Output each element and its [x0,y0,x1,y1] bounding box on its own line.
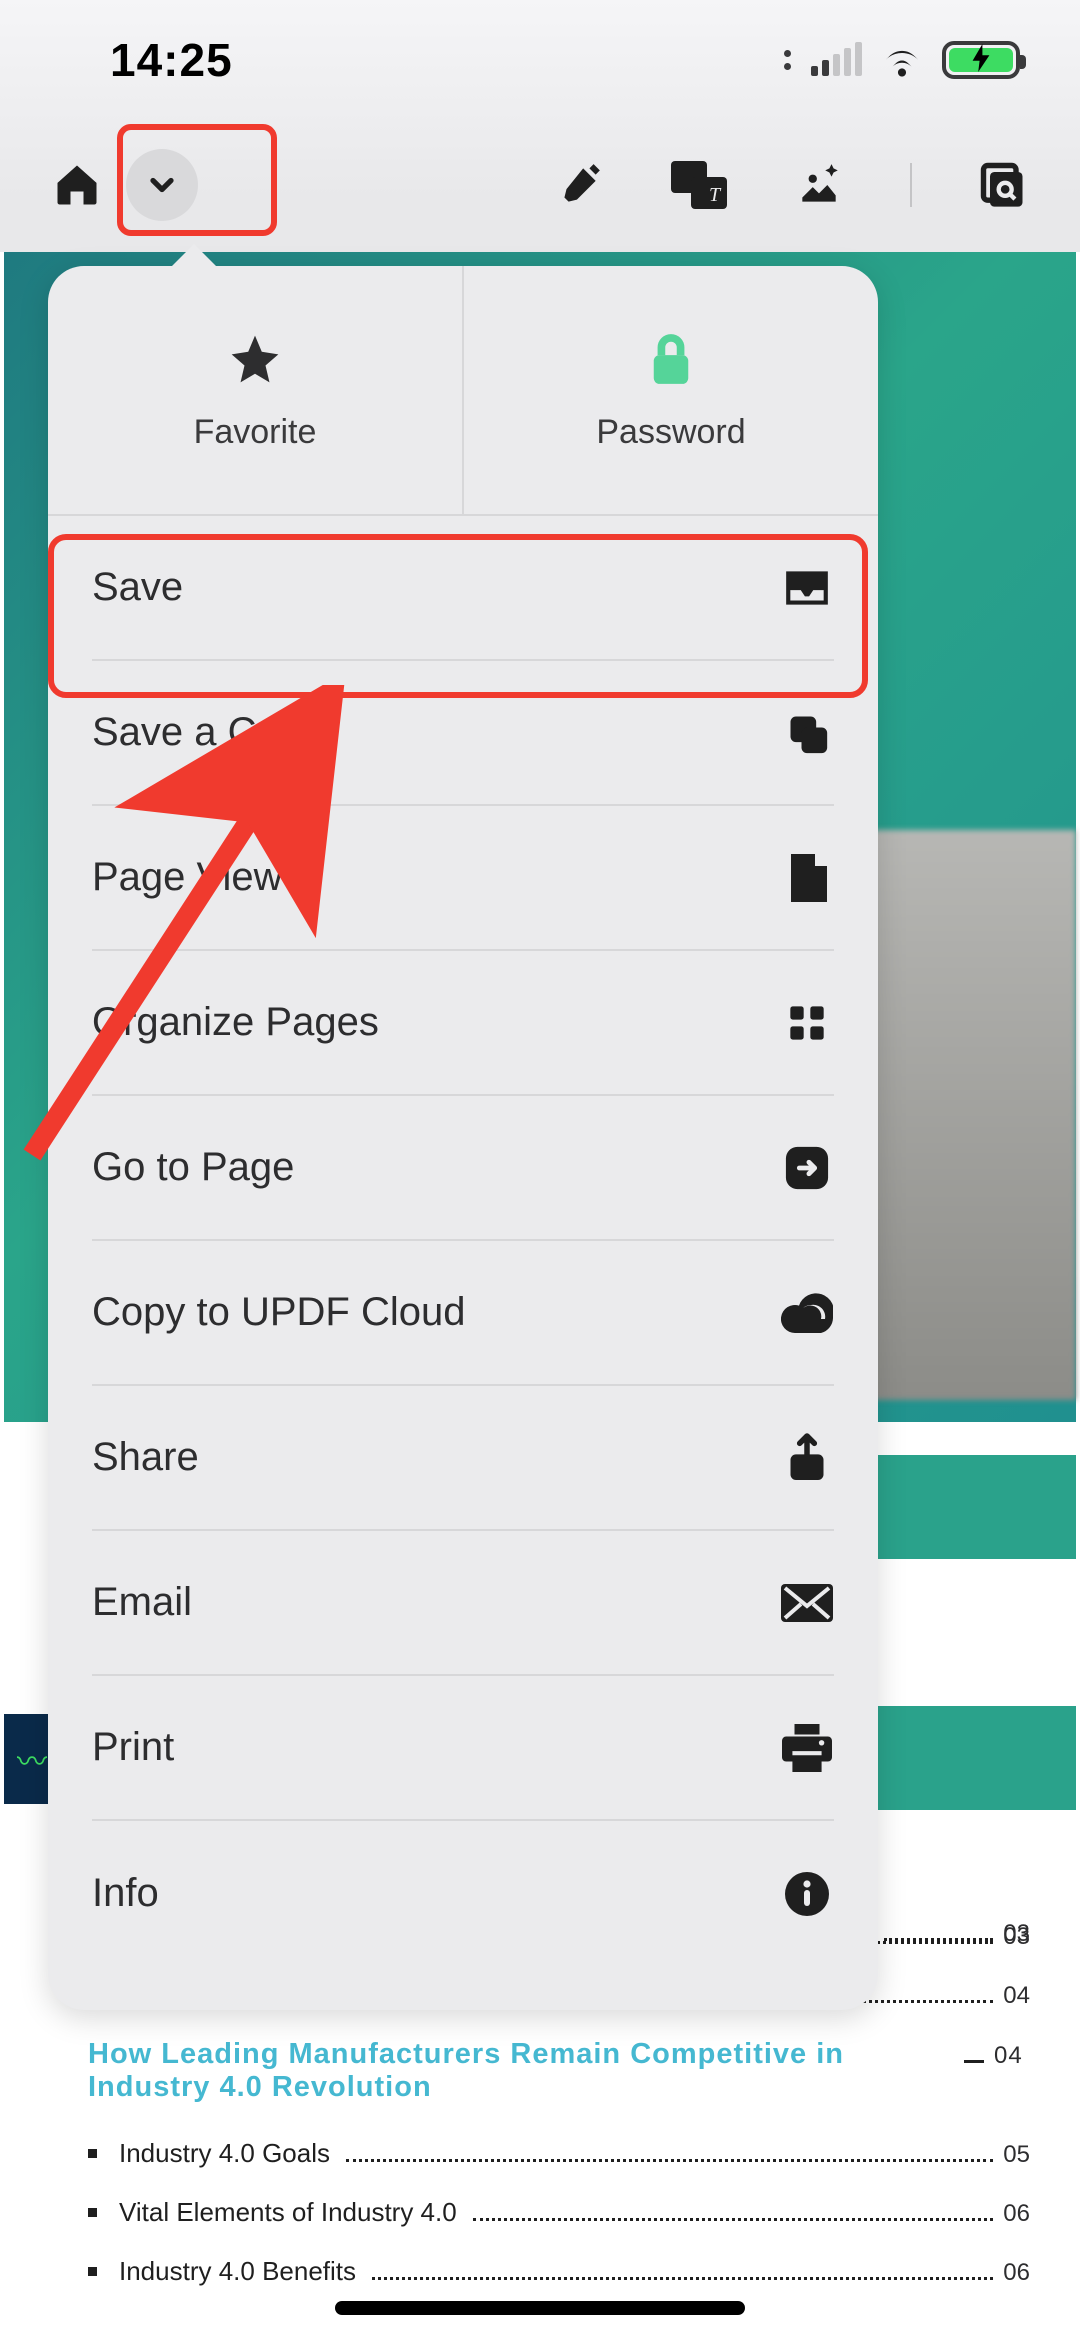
star-icon [225,329,285,389]
home-button[interactable] [48,156,106,214]
share-icon [780,1431,834,1485]
menu-label: Save [92,565,183,610]
toolbar: T [0,130,1080,240]
dropdown-toggle-button[interactable] [126,149,198,221]
document-strip [856,1706,1076,1810]
document-photo [846,830,1076,1400]
home-indicator [335,2301,745,2315]
dropdown-menu: Favorite Password Save Save a Copy Page … [48,266,878,2010]
status-icons [784,41,1020,79]
menu-label: Go to Page [92,1145,294,1190]
menu-item-print[interactable]: Print [92,1676,834,1821]
menu-label: Organize Pages [92,1000,379,1045]
menu-label: Email [92,1580,192,1625]
toc-line: Industry 4.0 Goals 05 [88,2138,1030,2169]
menu-item-page-view[interactable]: Page View [92,806,834,951]
menu-label: Copy to UPDF Cloud [92,1290,465,1335]
copy-icon [780,706,834,760]
image-ai-icon[interactable] [790,156,848,214]
tray-icon [780,561,834,615]
toolbar-divider [910,163,912,207]
toc-page-num: 04 [1003,1982,1030,2010]
menu-item-share[interactable]: Share [92,1386,834,1531]
menu-label: Save a Copy [92,710,321,755]
menu-item-copy-cloud[interactable]: Copy to UPDF Cloud [92,1241,834,1386]
image-text-icon[interactable]: T [670,156,728,214]
toc-label: Industry 4.0 Goals [119,2138,330,2169]
print-icon [780,1721,834,1775]
toc-label: Industry 4.0 Benefits [119,2256,356,2287]
status-bar: 14:25 [0,0,1080,120]
mail-icon [780,1576,834,1630]
wifi-icon [880,43,924,77]
menu-label: Share [92,1435,199,1480]
menu-label: Print [92,1725,174,1770]
goto-icon [780,1141,834,1195]
toc-page-num: 03 [1003,1923,1030,1951]
toc-page-num: 06 [1003,2259,1030,2287]
info-icon [780,1867,834,1921]
toc-heading-label: How Leading Manufacturers Remain Competi… [88,2038,948,2104]
bullet-icon [88,2267,97,2276]
menu-label: Info [92,1871,159,1916]
dropdown-caret [168,244,220,270]
pages-search-icon[interactable] [974,156,1032,214]
toc-line: Industry 4.0 Benefits 06 [88,2256,1030,2287]
signal-dual-sim-icon [784,50,791,70]
menu-item-email[interactable]: Email [92,1531,834,1676]
toc-heading: How Leading Manufacturers Remain Competi… [88,2038,1030,2104]
status-time: 14:25 [110,33,233,87]
lock-icon [641,329,701,389]
dropdown-list: Save Save a Copy Page View Organize Page… [48,516,878,2010]
toc-page-num: 04 [994,2042,1023,2070]
bullet-icon [88,2149,97,2158]
menu-item-info[interactable]: Info [92,1821,834,1966]
dropdown-password-label: Password [596,413,745,452]
menu-item-save[interactable]: Save [92,516,834,661]
menu-item-goto-page[interactable]: Go to Page [92,1096,834,1241]
toc-page-num: 05 [1003,2141,1030,2169]
menu-item-organize-pages[interactable]: Organize Pages [92,951,834,1096]
battery-charging-icon [942,41,1020,79]
cellular-signal-icon [811,44,862,76]
dropdown-favorite-label: Favorite [194,413,317,452]
cloud-icon [780,1286,834,1340]
toc-page-num: 06 [1003,2200,1030,2228]
menu-label: Page View [92,855,283,900]
highlighter-icon[interactable] [550,156,608,214]
menu-item-save-copy[interactable]: Save a Copy [92,661,834,806]
svg-text:T: T [709,184,722,206]
dropdown-favorite[interactable]: Favorite [48,266,464,514]
page-icon [780,851,834,905]
bullet-icon [88,2208,97,2217]
toc-label: Vital Elements of Industry 4.0 [119,2197,457,2228]
toc-line: Vital Elements of Industry 4.0 06 [88,2197,1030,2228]
grid-icon [780,996,834,1050]
dropdown-password[interactable]: Password [464,266,878,514]
document-strip [856,1455,1076,1559]
